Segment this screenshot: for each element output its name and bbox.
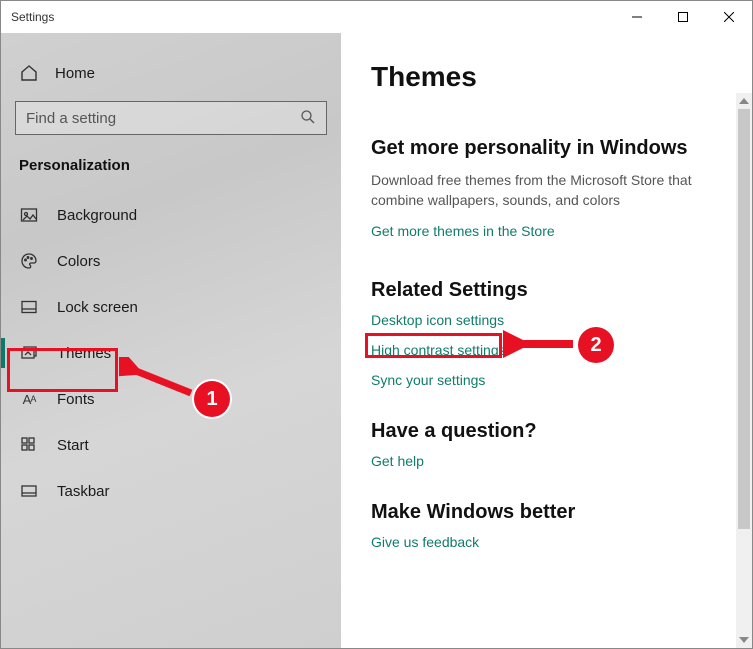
- sidebar-item-background[interactable]: Background: [1, 192, 341, 238]
- sidebar-item-start[interactable]: Start: [1, 422, 341, 468]
- store-link[interactable]: Get more themes in the Store: [371, 223, 742, 239]
- close-button[interactable]: [706, 1, 752, 33]
- link-sync-your-settings[interactable]: Sync your settings: [371, 372, 742, 388]
- feedback-heading: Make Windows better: [371, 501, 742, 524]
- store-heading: Get more personality in Windows: [371, 137, 742, 160]
- taskbar-icon: [19, 481, 39, 501]
- sidebar-item-label: Fonts: [57, 391, 95, 408]
- sidebar-item-colors[interactable]: Colors: [1, 238, 341, 284]
- home-label: Home: [55, 65, 95, 82]
- scroll-down-icon[interactable]: [736, 632, 752, 648]
- search-input[interactable]: [26, 110, 300, 127]
- link-give-feedback[interactable]: Give us feedback: [371, 534, 742, 550]
- window-controls: [614, 1, 752, 33]
- sidebar-item-label: Themes: [57, 345, 111, 362]
- sidebar-item-themes[interactable]: Themes: [1, 330, 341, 376]
- link-desktop-icon-settings[interactable]: Desktop icon settings: [371, 312, 742, 328]
- sidebar-item-label: Start: [57, 437, 89, 454]
- lockscreen-icon: [19, 297, 39, 317]
- fonts-icon: AA: [19, 389, 39, 409]
- scroll-up-icon[interactable]: [736, 93, 752, 109]
- search-icon: [300, 109, 316, 128]
- category-label: Personalization: [1, 149, 341, 192]
- start-icon: [19, 435, 39, 455]
- titlebar: Settings: [1, 1, 752, 33]
- sidebar-item-fonts[interactable]: AA Fonts: [1, 376, 341, 422]
- home-button[interactable]: Home: [1, 51, 341, 95]
- minimize-button[interactable]: [614, 1, 660, 33]
- page-title: Themes: [371, 61, 742, 93]
- sidebar-item-taskbar[interactable]: Taskbar: [1, 468, 341, 514]
- store-description: Download free themes from the Microsoft …: [371, 170, 701, 211]
- sidebar-item-lockscreen[interactable]: Lock screen: [1, 284, 341, 330]
- sidebar-item-label: Taskbar: [57, 483, 110, 500]
- palette-icon: [19, 251, 39, 271]
- home-icon: [19, 63, 39, 83]
- link-high-contrast-settings[interactable]: High contrast settings: [371, 342, 742, 358]
- link-get-help[interactable]: Get help: [371, 453, 742, 469]
- maximize-button[interactable]: [660, 1, 706, 33]
- sidebar-item-label: Lock screen: [57, 299, 138, 316]
- scrollbar[interactable]: [736, 93, 752, 648]
- themes-icon: [19, 343, 39, 363]
- picture-icon: [19, 205, 39, 225]
- scroll-thumb[interactable]: [738, 109, 750, 529]
- sidebar-item-label: Background: [57, 207, 137, 224]
- sidebar-item-label: Colors: [57, 253, 100, 270]
- related-heading: Related Settings: [371, 279, 742, 302]
- window-title: Settings: [1, 10, 54, 24]
- question-heading: Have a question?: [371, 420, 742, 443]
- search-box[interactable]: [15, 101, 327, 135]
- sidebar: Home Personalization Background Colors: [1, 33, 341, 648]
- main-pane: Themes Get more personality in Windows D…: [341, 33, 752, 648]
